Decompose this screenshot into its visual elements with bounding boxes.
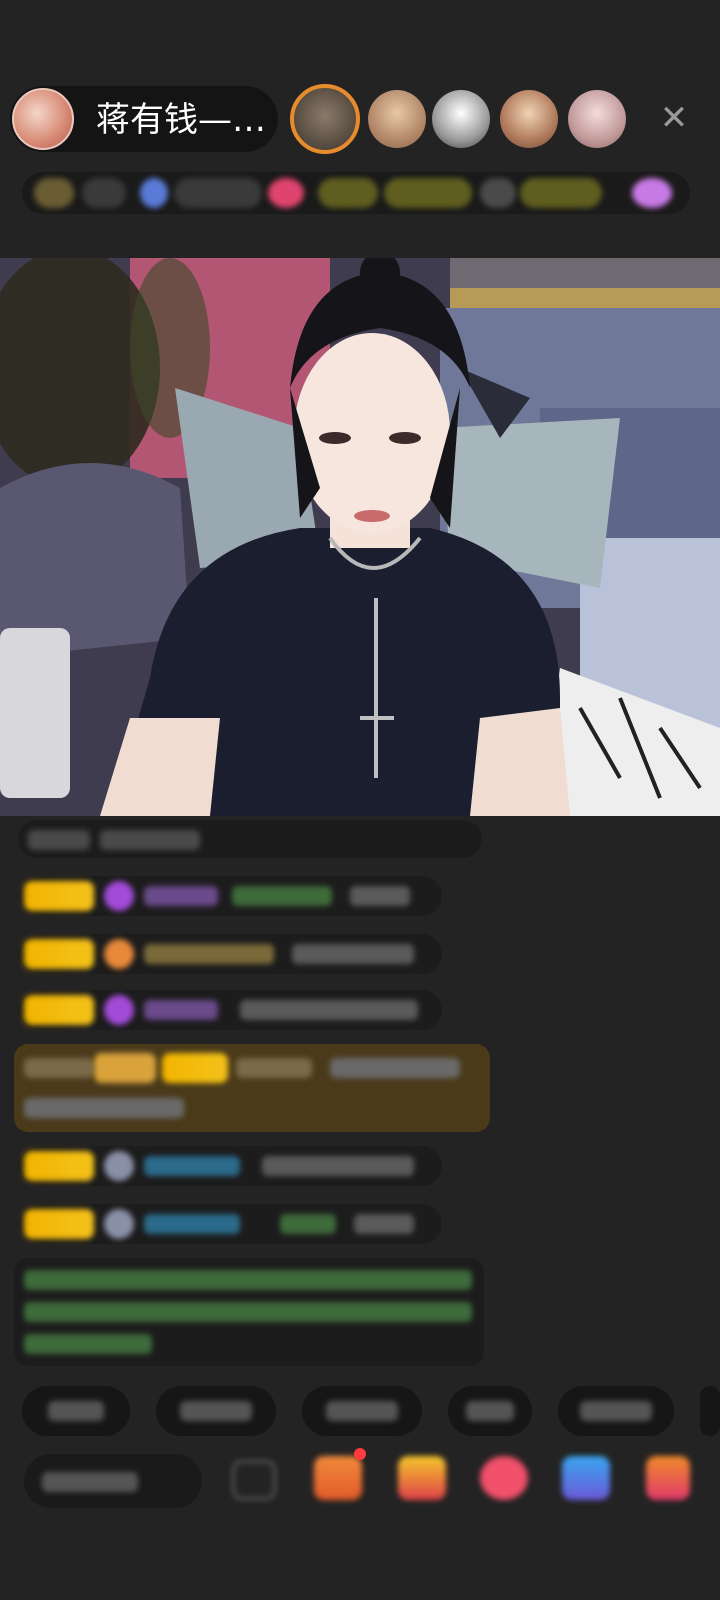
chat-text (280, 1214, 336, 1234)
fan-badge (24, 881, 94, 911)
red-packet-icon[interactable] (398, 1456, 446, 1500)
pill-text (326, 1401, 398, 1421)
like-icon[interactable] (480, 1456, 528, 1500)
chat-username[interactable] (144, 1156, 240, 1176)
pill-text (466, 1401, 514, 1421)
notice-text (330, 1058, 460, 1078)
chat-text (28, 830, 90, 850)
level-icon (104, 939, 134, 969)
tag-chip[interactable] (318, 178, 378, 208)
heart-icon[interactable] (268, 178, 304, 208)
pill-text (180, 1401, 252, 1421)
chat-username[interactable] (144, 1214, 240, 1234)
system-text (24, 1302, 472, 1322)
fan-badge (24, 1209, 94, 1239)
chat-text (240, 1000, 418, 1020)
chat-text (350, 886, 410, 906)
tag-chip[interactable] (480, 178, 516, 208)
rank-icon (34, 178, 74, 208)
stat-chip (174, 178, 262, 208)
live-video[interactable] (0, 258, 720, 816)
user-icon (104, 1151, 134, 1181)
viewer-avatar[interactable] (500, 90, 558, 148)
notification-dot (354, 1448, 366, 1460)
host-avatar[interactable] (12, 88, 74, 150)
notice-text (24, 1098, 184, 1118)
gift-icon (140, 178, 168, 208)
system-text (24, 1270, 472, 1290)
viewer-avatar[interactable] (432, 90, 490, 148)
viewer-avatar[interactable] (568, 90, 626, 148)
close-icon[interactable]: ✕ (656, 100, 692, 136)
tag-chip[interactable] (384, 178, 472, 208)
level-badge (94, 1053, 156, 1083)
pill-text (580, 1401, 652, 1421)
fan-badge (24, 1151, 94, 1181)
notice-text (236, 1058, 312, 1078)
notice-text (24, 1058, 94, 1078)
video-frame (0, 258, 720, 816)
viewer-avatar[interactable] (368, 90, 426, 148)
diamond-icon (104, 881, 134, 911)
more-menu-icon[interactable] (646, 1456, 690, 1500)
fan-badge (162, 1053, 228, 1083)
quick-reply-pill[interactable] (700, 1386, 720, 1436)
chat-text (262, 1156, 414, 1176)
diamond-icon (104, 995, 134, 1025)
comment-placeholder (42, 1472, 138, 1492)
chat-text (100, 830, 200, 850)
pill-text (48, 1401, 104, 1421)
fan-badge (24, 939, 94, 969)
chat-username[interactable] (144, 1000, 218, 1020)
fan-badge (24, 995, 94, 1025)
chat-text (232, 886, 332, 906)
share-icon[interactable] (562, 1456, 610, 1500)
user-icon (104, 1209, 134, 1239)
chat-text (354, 1214, 414, 1234)
screen-icon[interactable] (232, 1460, 276, 1500)
more-icon[interactable] (632, 178, 672, 208)
chat-username[interactable] (144, 944, 274, 964)
gift-box-icon[interactable] (314, 1456, 362, 1500)
system-text (24, 1334, 152, 1354)
chat-username[interactable] (144, 886, 218, 906)
host-name[interactable]: 蒋有钱—… (96, 100, 266, 140)
tag-chip[interactable] (520, 178, 602, 208)
top-viewer-avatar[interactable] (290, 84, 360, 154)
chat-text (292, 944, 414, 964)
stat-chip (82, 178, 126, 208)
